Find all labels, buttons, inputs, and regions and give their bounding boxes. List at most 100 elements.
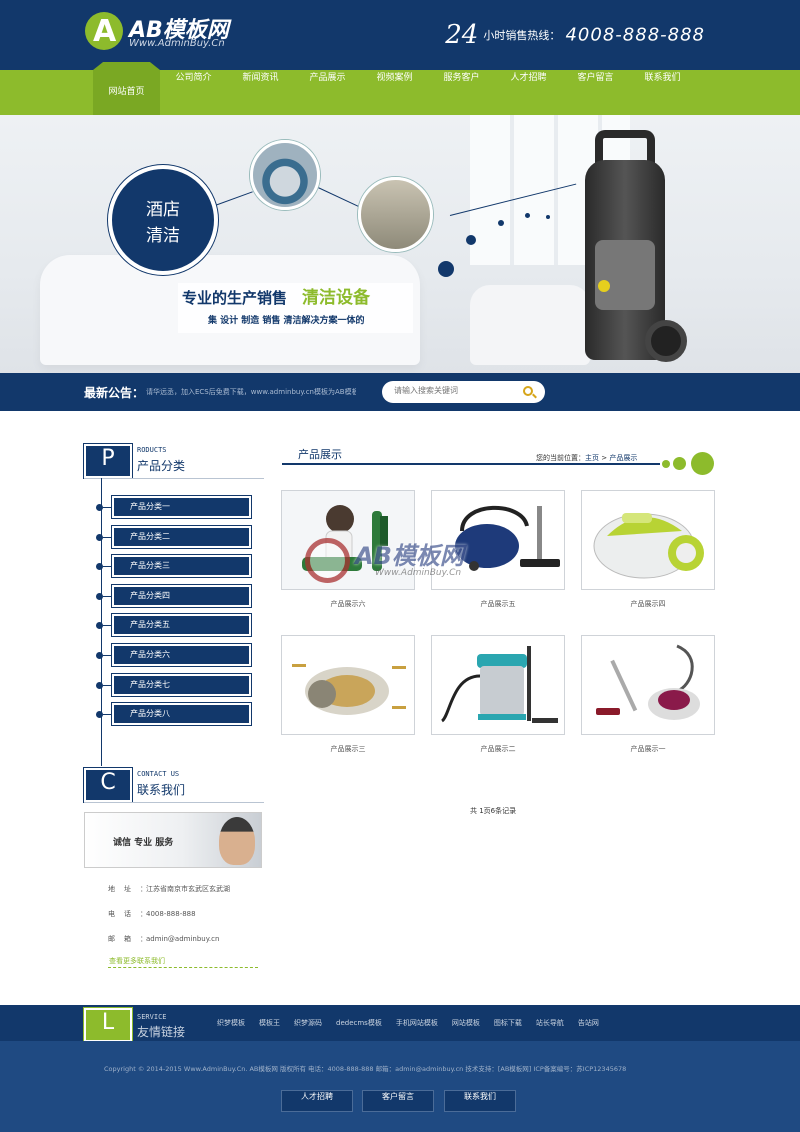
product-name-2[interactable]: 产品展示二 [431,744,565,754]
products-divider [282,463,660,465]
badge-line-1: 酒店 [146,200,180,220]
search-input[interactable] [394,386,519,395]
nav-item-products[interactable]: 产品展示 [294,70,361,115]
friend-link[interactable]: 网站模板 [452,1018,480,1028]
product-name-4[interactable]: 产品展示四 [581,599,715,609]
watermark-logo-icon [305,538,350,583]
footer-contact-button[interactable]: 联系我们 [444,1090,516,1112]
address-label: 地址： [108,885,156,893]
decor-dot [662,460,670,468]
category-link[interactable]: 产品分类三 [112,555,251,578]
banner-dot [438,261,454,277]
friend-link[interactable]: 织梦源码 [294,1018,322,1028]
nav-item-about[interactable]: 公司简介 [160,70,227,115]
phone-label: 电话： [108,910,156,918]
decor-dot [673,457,686,470]
logo-subtext: Www.AdminBuy.Cn [129,38,225,49]
contact-email: 邮箱：admin@adminbuy.cn [108,933,268,958]
product-image-2 [432,636,564,734]
notice-bar: 最新公告： 请华远丞，加入ECS后免费下载，www.adminbuy.cn模板为… [0,373,800,411]
breadcrumb-current[interactable]: 产品展示 [609,454,637,462]
nav-item-guestbook[interactable]: 客户留言 [562,70,629,115]
product-card-3[interactable] [281,635,415,735]
bullet-icon [96,533,103,541]
service-agent-image [219,817,255,865]
product-image-4 [582,491,714,589]
product-name-1[interactable]: 产品展示一 [581,744,715,754]
contact-address: 地址：江苏省南京市玄武区玄武湖 [108,883,268,908]
bullet-icon [96,711,103,719]
slogan-main: 专业的生产销售 [182,289,288,307]
nav-item-home[interactable]: 网站首页 [93,62,160,115]
category-link[interactable]: 产品分类四 [112,584,251,607]
banner-dot [498,220,504,226]
hotline-24: 24 [445,20,479,50]
friend-links-header: L SERVICE 友情链接 [84,1008,214,1042]
contact-phone: 电话：4008-888-888 [108,908,268,933]
product-name-6[interactable]: 产品展示六 [281,599,415,609]
banner-dot [546,215,550,219]
category-item: 产品分类八 [96,703,256,726]
breadcrumb-separator: > [599,454,610,462]
category-link[interactable]: 产品分类七 [112,673,251,696]
search-box [382,381,545,403]
contact-more-link[interactable]: 查看更多联系我们 [109,956,165,966]
category-link[interactable]: 产品分类二 [112,525,251,548]
slogan-sub: 集 设计 制造 销售 清洁解决方案一体的 [208,316,365,326]
copyright-text: Copyright © 2014-2015 Www.AdminBuy.Cn. A… [104,1065,627,1073]
hero-banner[interactable]: 酒店 清洁 专业的生产销售 清洁设备 集 设计 制造 销售 清洁解决方案一体的 [0,115,800,373]
sidebar-divider [84,478,264,479]
nav-item-jobs[interactable]: 人才招聘 [495,70,562,115]
machine-panel [595,240,655,310]
badge-line-2: 清洁 [146,226,180,246]
nav-item-clients[interactable]: 服务客户 [428,70,495,115]
logo-icon [85,12,123,50]
category-link[interactable]: 产品分类五 [112,614,251,637]
site-logo[interactable]: AB模板网 Www.AdminBuy.Cn [85,8,260,58]
product-category-letter: P [84,444,132,478]
friend-link[interactable]: 织梦模板 [217,1018,245,1028]
friend-link[interactable]: 图标下载 [494,1018,522,1028]
nav-item-contact[interactable]: 联系我们 [629,70,696,115]
search-icon[interactable] [523,386,533,396]
nav-item-news[interactable]: 新闻资讯 [227,70,294,115]
friend-link[interactable]: 手机网站模板 [396,1018,438,1028]
machine-light [598,280,610,292]
bullet-icon [96,563,103,571]
slogan-highlight: 清洁设备 [302,288,370,308]
product-card-1[interactable] [581,635,715,735]
contact-image-text: 诚信 专业 服务 [113,838,174,848]
banner-connector [214,191,253,206]
notice-text[interactable]: 请华远丞，加入ECS后免费下载，www.adminbuy.cn模板为AB模板 [146,387,356,397]
machine-wheel [645,320,687,362]
notice-label: 最新公告： [84,386,145,400]
footer-guestbook-button[interactable]: 客户留言 [362,1090,434,1112]
product-card-4[interactable] [581,490,715,590]
contact-header: C CONTACT US 联系我们 [84,768,264,802]
product-card-2[interactable] [431,635,565,735]
watermark-text: AB模板网 [355,542,464,570]
category-link[interactable]: 产品分类八 [112,703,251,726]
friend-links-letter: L [84,1008,132,1042]
product-name-5[interactable]: 产品展示五 [431,599,565,609]
bullet-icon [96,651,103,659]
breadcrumb: 您的当前位置：主页 > 产品展示 [536,453,637,463]
category-item: 产品分类四 [96,584,256,607]
decor-dot [691,452,714,475]
friend-link[interactable]: dedecms模板 [336,1018,382,1028]
friend-link[interactable]: 站长导航 [536,1018,564,1028]
breadcrumb-prefix: 您的当前位置： [536,454,585,462]
category-link[interactable]: 产品分类一 [112,496,251,518]
friend-link[interactable]: 告站网 [578,1018,599,1028]
category-link[interactable]: 产品分类六 [112,643,251,666]
footer: Copyright © 2014-2015 Www.AdminBuy.Cn. A… [0,1041,800,1132]
friend-links-en: SERVICE [137,1013,167,1021]
breadcrumb-home[interactable]: 主页 [585,454,599,462]
friend-link[interactable]: 模板王 [259,1018,280,1028]
product-name-3[interactable]: 产品展示三 [281,744,415,754]
footer-jobs-button[interactable]: 人才招聘 [281,1090,353,1112]
banner-hotel-badge: 酒店 清洁 [108,165,218,275]
hotline-label: 小时销售热线： [483,29,561,42]
nav-item-cases[interactable]: 视频案例 [361,70,428,115]
contact-letter: C [84,768,132,802]
